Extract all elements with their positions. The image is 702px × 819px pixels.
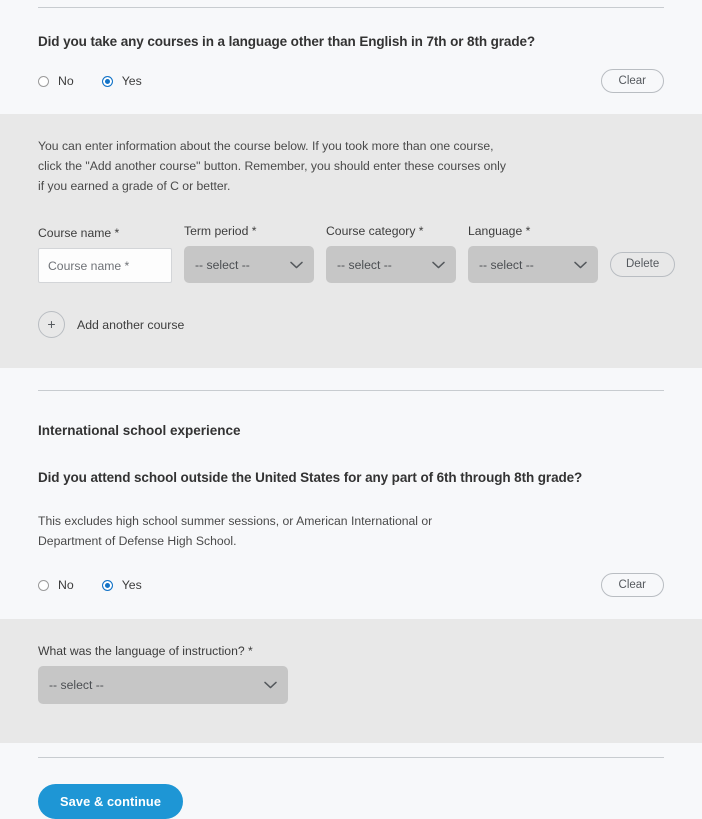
field-term-period-label: Term period *	[184, 224, 257, 238]
international-radio-group: No Yes Clear	[38, 570, 664, 600]
international-question: Did you attend school outside the United…	[38, 470, 583, 485]
chevron-down-icon	[432, 261, 445, 269]
language-courses-question: Did you take any courses in a language o…	[38, 34, 536, 49]
form-page: Did you take any courses in a language o…	[0, 0, 702, 819]
language-of-instruction-panel: What was the language of instruction? * …	[0, 619, 702, 743]
language-of-instruction-select[interactable]: -- select --	[38, 666, 288, 704]
course-panel-instructions: You can enter information about the cour…	[38, 139, 506, 193]
course-category-select-value: -- select --	[337, 257, 392, 272]
field-language-of-instruction: What was the language of instruction? * …	[38, 644, 664, 704]
add-another-course-label: Add another course	[77, 317, 185, 332]
clear-button-container: Clear	[600, 573, 664, 597]
international-school-section: International school experience Did you …	[0, 368, 702, 619]
field-course-name-label: Course name *	[38, 226, 120, 240]
radio-checked-icon	[101, 579, 113, 591]
language-courses-section: Did you take any courses in a language o…	[0, 0, 702, 114]
clear-button-container: Clear	[600, 69, 664, 93]
language-select-value: -- select --	[479, 257, 534, 272]
field-language-of-instruction-label: What was the language of instruction? *	[38, 644, 253, 658]
term-period-select[interactable]: -- select --	[184, 246, 314, 283]
radio-option-no[interactable]: No	[38, 74, 74, 88]
radio-option-yes[interactable]: Yes	[101, 74, 142, 88]
radio-unchecked-icon	[38, 75, 49, 87]
chevron-down-icon	[574, 261, 587, 269]
field-course-name: Course name *	[38, 226, 172, 283]
international-radio-option-yes[interactable]: Yes	[101, 578, 142, 592]
course-category-select[interactable]: -- select --	[326, 246, 456, 283]
add-another-course-row[interactable]: + Add another course	[38, 311, 664, 338]
course-field-row: Course name * Term period * -- select --…	[38, 224, 676, 283]
international-section-title: International school experience	[38, 423, 241, 438]
delete-button-container: Delete	[610, 252, 676, 283]
radio-checked-icon	[101, 75, 113, 87]
international-help-text: This excludes high school summer session…	[38, 514, 433, 548]
save-and-continue-button[interactable]: Save & continue	[38, 784, 184, 819]
chevron-down-icon	[290, 261, 303, 269]
course-name-input[interactable]	[38, 248, 172, 283]
language-select[interactable]: -- select --	[468, 246, 598, 283]
field-language-label: Language *	[468, 224, 531, 238]
international-radio-option-no-label: No	[58, 578, 74, 592]
term-period-select-value: -- select --	[195, 257, 250, 272]
field-course-category-label: Course category *	[326, 224, 424, 238]
clear-button-language-courses[interactable]: Clear	[600, 69, 664, 93]
radio-option-no-label: No	[58, 74, 74, 88]
language-courses-radio-group: No Yes Clear	[38, 66, 664, 96]
field-course-category: Course category * -- select --	[326, 224, 456, 283]
international-radio-option-no[interactable]: No	[38, 578, 74, 592]
course-entry-panel: You can enter information about the cour…	[0, 114, 702, 368]
international-radio-option-yes-label: Yes	[121, 578, 142, 592]
radio-unchecked-icon	[38, 579, 49, 591]
delete-course-button[interactable]: Delete	[610, 252, 676, 277]
clear-button-international[interactable]: Clear	[600, 573, 664, 597]
field-term-period: Term period * -- select --	[184, 224, 314, 283]
language-of-instruction-select-value: -- select --	[49, 678, 104, 692]
field-language: Language * -- select --	[468, 224, 598, 283]
plus-icon-button[interactable]: +	[38, 311, 65, 338]
radio-option-yes-label: Yes	[121, 74, 142, 88]
chevron-down-icon	[264, 681, 277, 689]
